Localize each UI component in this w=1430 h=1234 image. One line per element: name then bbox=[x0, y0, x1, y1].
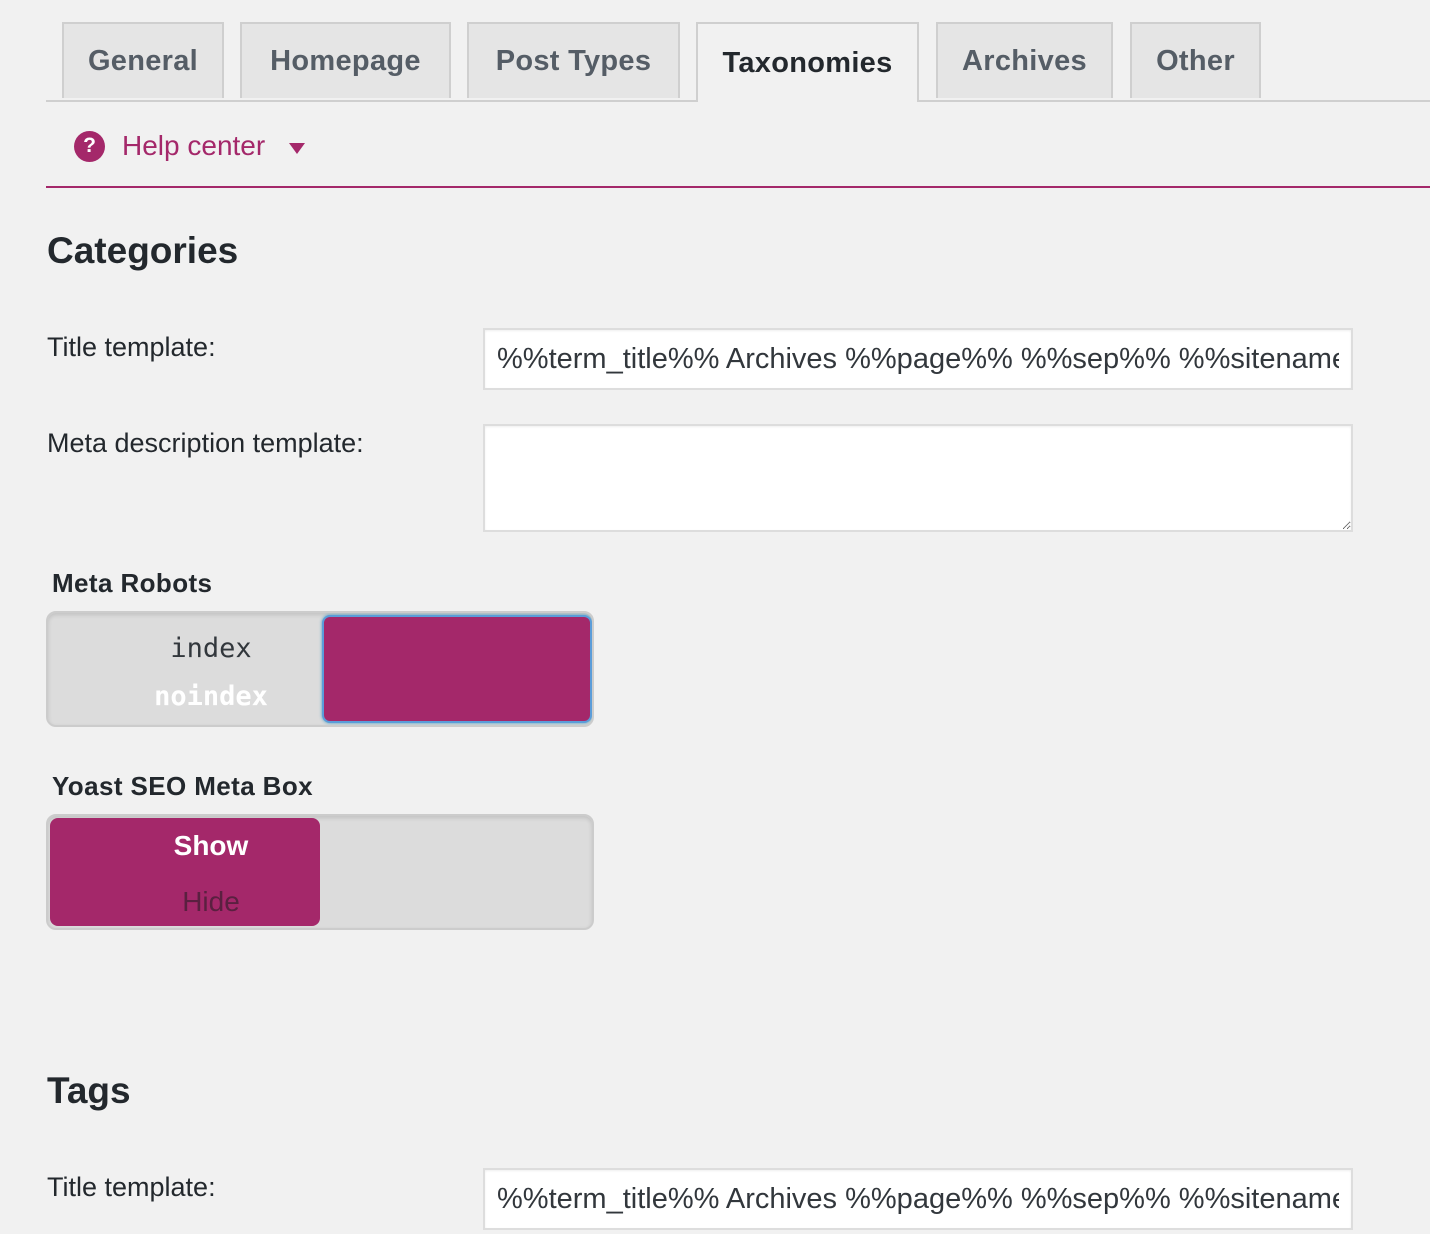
tab-other[interactable]: Other bbox=[1130, 22, 1261, 98]
tab-general[interactable]: General bbox=[62, 22, 224, 98]
categories-title-template-input[interactable] bbox=[483, 328, 1353, 390]
meta-box-label: Yoast SEO Meta Box bbox=[52, 771, 314, 801]
help-center-toggle[interactable]: ? Help center bbox=[74, 126, 306, 166]
categories-title-template-label: Title template: bbox=[47, 332, 216, 362]
categories-meta-description-label: Meta description template: bbox=[47, 428, 364, 458]
meta-box-option-show[interactable]: Show bbox=[48, 830, 374, 862]
tab-bar: General Homepage Post Types Taxonomies A… bbox=[46, 0, 1430, 102]
tab-homepage[interactable]: Homepage bbox=[240, 22, 451, 98]
tab-taxonomies[interactable]: Taxonomies bbox=[696, 22, 919, 102]
categories-heading: Categories bbox=[47, 230, 239, 271]
tags-title-template-label: Title template: bbox=[47, 1172, 216, 1202]
tab-archives[interactable]: Archives bbox=[936, 22, 1113, 98]
meta-robots-label: Meta Robots bbox=[52, 568, 213, 598]
help-center-label: Help center bbox=[122, 130, 266, 161]
question-circle-icon: ? bbox=[74, 130, 105, 162]
help-divider bbox=[46, 186, 1430, 188]
tags-heading: Tags bbox=[47, 1070, 131, 1111]
caret-down-icon bbox=[289, 142, 306, 154]
meta-robots-switch[interactable]: index noindex bbox=[46, 611, 594, 727]
meta-robots-option-noindex[interactable]: noindex bbox=[48, 681, 374, 712]
settings-page: General Homepage Post Types Taxonomies A… bbox=[0, 0, 1430, 1234]
meta-box-switch[interactable]: Show Hide bbox=[46, 814, 594, 930]
categories-meta-description-textarea[interactable] bbox=[483, 424, 1353, 532]
tags-title-template-input[interactable] bbox=[483, 1168, 1353, 1230]
meta-robots-option-index[interactable]: index bbox=[48, 633, 374, 664]
meta-box-option-hide[interactable]: Hide bbox=[48, 886, 374, 918]
tab-post-types[interactable]: Post Types bbox=[467, 22, 680, 98]
